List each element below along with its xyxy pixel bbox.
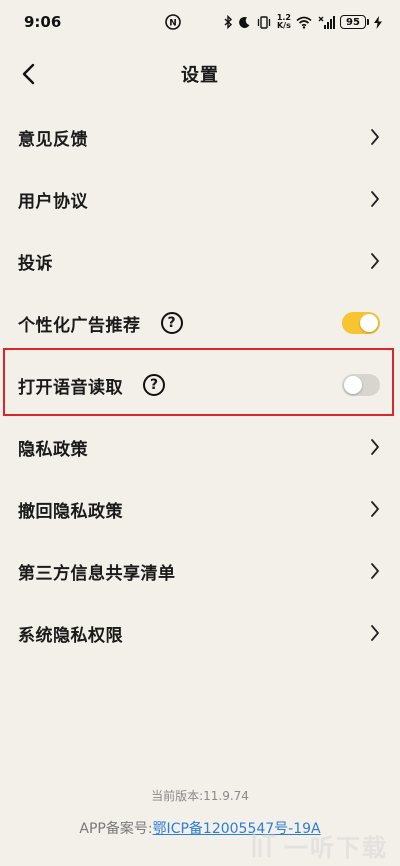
voice-reading-toggle[interactable]: [342, 374, 380, 396]
settings-item-system-permissions[interactable]: 系统隐私权限: [0, 602, 400, 664]
settings-item-feedback[interactable]: 意见反馈: [0, 106, 400, 168]
icp-prefix: APP备案号:: [79, 821, 153, 837]
svg-text:N: N: [169, 19, 177, 29]
settings-item-label: 意见反馈: [18, 129, 88, 150]
settings-item-complaint[interactable]: 投诉: [0, 230, 400, 292]
vibrate-icon: [257, 15, 270, 29]
watermark-logo-icon: [252, 832, 276, 858]
personalized-ads-toggle[interactable]: [342, 312, 380, 334]
watermark-text: 一听下载: [284, 833, 388, 862]
settings-item-personalized-ads: 个性化广告推荐 ?: [0, 292, 400, 354]
settings-item-label: 用户协议: [18, 191, 88, 212]
signal-icon: [318, 15, 335, 29]
chevron-right-icon: [370, 128, 380, 146]
chevron-left-icon: [22, 63, 35, 85]
settings-list: 意见反馈 用户协议 投诉 个性化广告推荐 ? 打开语音读取 ? 隐私政策 撤回隐…: [0, 106, 400, 664]
toggle-knob: [360, 314, 378, 332]
settings-item-third-party-sharing[interactable]: 第三方信息共享清单: [0, 540, 400, 602]
settings-item-label: 隐私政策: [18, 439, 88, 460]
page-title: 设置: [181, 65, 219, 86]
net-speed: 1.2 K/s: [276, 13, 291, 30]
settings-item-label: 投诉: [18, 253, 53, 274]
status-time: 9:06: [24, 13, 62, 31]
charging-icon: [374, 15, 382, 29]
settings-item-revoke-privacy[interactable]: 撤回隐私政策: [0, 478, 400, 540]
settings-item-privacy-policy[interactable]: 隐私政策: [0, 416, 400, 478]
status-bar: 9:06 N 1.2 K/s 95: [0, 0, 400, 44]
version-text: 当前版本:11.9.74: [151, 789, 249, 803]
help-icon[interactable]: ?: [143, 374, 165, 396]
settings-item-label: 第三方信息共享清单: [18, 563, 176, 584]
settings-item-user-agreement[interactable]: 用户协议: [0, 168, 400, 230]
watermark: 一听下载: [248, 826, 398, 864]
settings-item-label: 打开语音读取: [18, 377, 123, 398]
bluetooth-icon: [224, 15, 232, 29]
settings-item-voice-reading: 打开语音读取 ?: [0, 354, 400, 416]
chevron-right-icon: [370, 190, 380, 208]
back-button[interactable]: [12, 58, 44, 90]
toggle-knob: [344, 376, 362, 394]
settings-item-label: 个性化广告推荐: [18, 315, 141, 336]
chevron-right-icon: [370, 438, 380, 456]
sync-icon: N: [165, 14, 181, 30]
moon-icon: [238, 16, 250, 28]
chevron-right-icon: [370, 500, 380, 518]
chevron-right-icon: [370, 252, 380, 270]
chevron-right-icon: [370, 624, 380, 642]
wifi-icon: [296, 16, 312, 29]
battery-icon: 95: [340, 15, 369, 29]
settings-item-label: 系统隐私权限: [18, 625, 123, 646]
help-icon[interactable]: ?: [160, 312, 183, 334]
settings-item-label: 撤回隐私政策: [18, 501, 123, 522]
nav-bar: 设置: [0, 46, 400, 102]
chevron-right-icon: [370, 562, 380, 580]
